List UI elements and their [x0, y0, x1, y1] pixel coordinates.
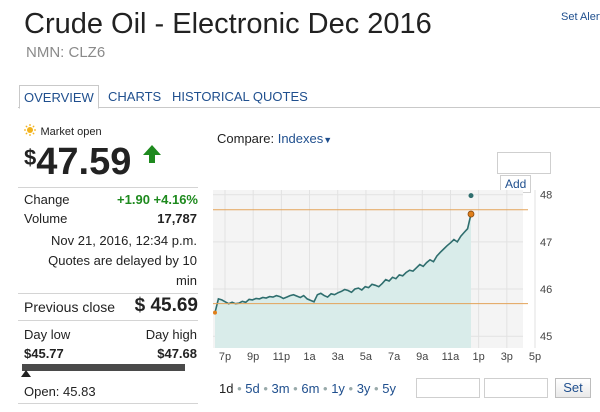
range-separator: • — [370, 381, 383, 396]
y-tick-label: 47 — [540, 237, 552, 249]
compare-indexes-link[interactable]: Indexes▼ — [278, 131, 332, 146]
start-date-input[interactable] — [416, 378, 480, 398]
tab-bar: OVERVIEW CHARTS HISTORICAL QUOTES — [18, 85, 600, 109]
range-separator: • — [344, 381, 357, 396]
x-tick-label: 1p — [473, 351, 485, 363]
day-high-value: $47.68 — [157, 346, 197, 361]
compare-label: Compare: — [217, 131, 275, 146]
day-range-marker — [21, 370, 31, 377]
day-range-bar — [22, 364, 185, 371]
x-tick-label: 7p — [219, 351, 231, 363]
change-value: +1.90 +4.16% — [117, 192, 198, 207]
market-status-label: Market open — [40, 126, 102, 138]
range-button-3y[interactable]: 3y — [357, 381, 371, 396]
tab-overview[interactable]: OVERVIEW — [19, 85, 99, 109]
range-button-3m[interactable]: 3m — [272, 381, 290, 396]
up-arrow-icon — [143, 145, 161, 163]
first-price-point — [213, 310, 217, 315]
day-high-point — [468, 193, 474, 199]
price-chart[interactable]: 48 47 46 45 7p 9p 11p 1a 3a 5a 7a 9a 11a 1p 3p 5p — [213, 165, 600, 370]
range-button-6m[interactable]: 6m — [301, 381, 319, 396]
x-tick-label: 9p — [247, 351, 259, 363]
market-status: Market open — [24, 122, 102, 140]
day-high-label: Day high — [145, 327, 197, 342]
open-price: Open: 45.83 — [24, 384, 96, 399]
tab-charts[interactable]: CHARTS — [104, 85, 165, 107]
quote-timestamp: Nov 21, 2016, 12:34 p.m. — [51, 233, 197, 248]
x-tick-label: 11a — [442, 351, 460, 363]
previous-close-label: Previous close — [24, 299, 116, 315]
range-separator: • — [233, 381, 246, 396]
page-title: Crude Oil - Electronic Dec 2016 — [24, 8, 432, 40]
tab-historical-quotes[interactable]: HISTORICAL QUOTES — [168, 85, 312, 107]
change-label: Change — [24, 192, 70, 207]
last-price: $47.59 — [24, 141, 131, 184]
set-alert-link[interactable]: Set Alert — [561, 11, 600, 23]
last-price-point — [467, 210, 475, 218]
range-button-5d[interactable]: 5d — [245, 381, 259, 396]
volume-value: 17,787 — [157, 211, 197, 226]
range-button-1d[interactable]: 1d — [219, 381, 233, 396]
y-tick-label: 45 — [540, 331, 552, 343]
y-tick-label: 46 — [540, 284, 552, 296]
price-value: 47.59 — [36, 141, 132, 183]
range-separator: • — [319, 381, 332, 396]
compare-control: Compare: Indexes▼ — [217, 131, 332, 146]
end-date-input[interactable] — [484, 378, 548, 398]
y-tick-label: 48 — [540, 190, 552, 202]
x-tick-label: 7a — [388, 351, 401, 363]
range-separator: • — [289, 381, 302, 396]
delay-note: Quotes are delayed by 10 — [48, 253, 197, 268]
x-tick-label: 9a — [416, 351, 429, 363]
x-tick-label: 3p — [501, 351, 513, 363]
ticker-symbol: NMN: CLZ6 — [26, 44, 106, 61]
x-tick-label: 11p — [273, 351, 291, 363]
set-button[interactable]: Set — [555, 378, 591, 398]
volume-label: Volume — [24, 211, 68, 226]
range-button-1y[interactable]: 1y — [331, 381, 345, 396]
range-separator: • — [259, 381, 272, 396]
x-tick-label: 5p — [529, 351, 541, 363]
x-tick-label: 1a — [303, 351, 316, 363]
sun-icon — [24, 124, 36, 136]
x-tick-label: 5a — [360, 351, 373, 363]
day-low-value: $45.77 — [24, 346, 64, 361]
previous-close-value: $ 45.69 — [134, 295, 198, 316]
caret-down-icon: ▼ — [323, 135, 333, 145]
range-button-5y[interactable]: 5y — [382, 381, 396, 396]
delay-note-unit: min — [176, 273, 197, 288]
range-selector: 1d • 5d • 3m • 6m • 1y • 3y • 5y — [219, 380, 396, 398]
x-tick-label: 3a — [332, 351, 345, 363]
currency-symbol: $ — [24, 145, 37, 170]
day-low-label: Day low — [24, 327, 71, 342]
